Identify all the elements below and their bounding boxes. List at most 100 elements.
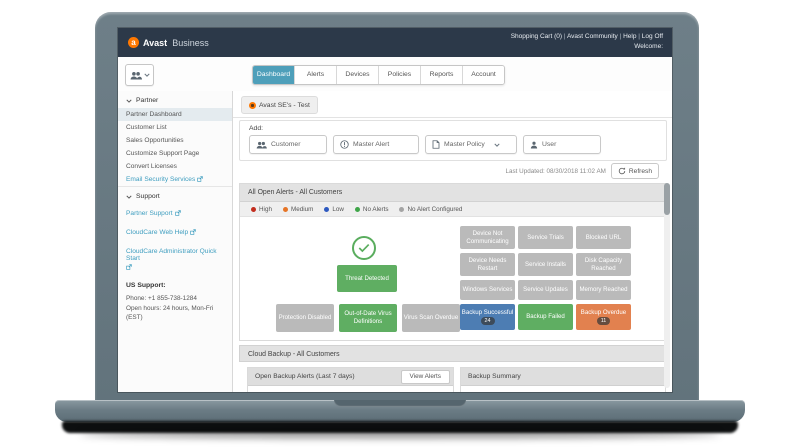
legend-no-alerts: No Alerts [355, 206, 389, 213]
button-label: Backup Successful [462, 309, 514, 317]
chevron-down-icon [494, 143, 500, 147]
sidebar-item-customize-support-page[interactable]: Customize Support Page [118, 147, 232, 160]
shopping-cart-link[interactable]: Shopping Cart (0) [511, 33, 562, 40]
link-label: CloudCare Administrator Quick Start [126, 248, 224, 262]
out-of-date-virus-definitions-button[interactable]: Out-of-Date Virus Definitions [339, 304, 397, 332]
backup-overdue-button[interactable]: Backup Overdue 11 [576, 304, 631, 330]
count-badge: 11 [597, 317, 611, 325]
scrollbar-thumb[interactable] [664, 183, 670, 215]
backup-successful-button[interactable]: Backup Successful 24 [460, 304, 515, 330]
logoff-link[interactable]: Log Off [636, 33, 663, 40]
button-label: Customer [271, 141, 300, 148]
policy-document-icon [432, 140, 440, 149]
add-user-button[interactable]: User [523, 135, 601, 154]
tab-alerts[interactable]: Alerts [295, 66, 337, 84]
avast-logo-icon: a [128, 37, 139, 48]
avast-mini-icon [249, 102, 256, 109]
sidebar-item-sales-opportunities[interactable]: Sales Opportunities [118, 134, 232, 147]
add-master-policy-button[interactable]: Master Policy [425, 135, 517, 154]
backup-failed-button[interactable]: Backup Failed [518, 304, 573, 330]
main-toolbar: Dashboard Alerts Devices Policies Report… [118, 57, 672, 92]
last-updated-text: Last Updated: 08/30/2018 11:02 AM [506, 168, 606, 175]
memory-reached-button[interactable]: Memory Reached [576, 280, 631, 300]
count-badge: 24 [481, 317, 495, 325]
sidebar-section-support[interactable]: Support [118, 186, 232, 204]
context-tab-row: Avast SE's - Test [233, 91, 672, 118]
caret-down-icon [126, 99, 132, 103]
sidebar-item-email-security-services[interactable]: Email Security Services [118, 173, 232, 186]
external-link-icon [197, 176, 203, 182]
tab-account[interactable]: Account [463, 66, 504, 84]
device-not-communicating-button[interactable]: Device Not Communicating [460, 226, 515, 249]
us-support-hours: Open hours: 24 hours, Mon-Fri (EST) [126, 304, 224, 323]
section-title: Partner [136, 97, 158, 104]
button-label: Refresh [629, 168, 652, 175]
add-master-alert-button[interactable]: Master Alert [333, 135, 419, 154]
cloud-backup-header: Cloud Backup - All Customers [239, 345, 665, 362]
button-label: Master Alert [353, 141, 389, 148]
sidebar-item-convert-licenses[interactable]: Convert Licenses [118, 160, 232, 173]
service-installs-button[interactable]: Service Installs [518, 253, 573, 276]
open-backup-alerts-header: Open Backup Alerts (Last 7 days) View Al… [248, 368, 453, 386]
device-needs-restart-button[interactable]: Device Needs Restart [460, 253, 515, 276]
view-alerts-button[interactable]: View Alerts [401, 370, 451, 384]
sidebar-item-partner-support[interactable]: Partner Support [118, 204, 232, 223]
customers-icon [130, 71, 142, 80]
org-selector-button[interactable] [125, 64, 154, 86]
sidebar-item-cloudcare-web-help[interactable]: CloudCare Web Help [118, 223, 232, 242]
backup-summary-panel: Backup Summary [460, 367, 666, 392]
virus-scan-overdue-button[interactable]: Virus Scan Overdue [402, 304, 460, 332]
tab-policies[interactable]: Policies [379, 66, 421, 84]
windows-services-button[interactable]: Windows Services [460, 280, 515, 300]
panel-title: Backup Summary [468, 373, 521, 380]
last-updated-label: Last Updated: [506, 168, 545, 175]
laptop-shadow-soft [80, 430, 720, 438]
sidebar-section-partner[interactable]: Partner [118, 91, 232, 108]
no-alerts-dot-icon [355, 207, 360, 212]
service-updates-button[interactable]: Service Updates [518, 280, 573, 300]
main-scrollbar[interactable] [664, 183, 670, 388]
add-button-row: Customer Master Alert Master Policy [240, 135, 666, 154]
last-updated-row: Last Updated: 08/30/2018 11:02 AM Refres… [506, 163, 659, 179]
sidebar-item-partner-dashboard[interactable]: Partner Dashboard [118, 108, 232, 121]
sidebar-item-customer-list[interactable]: Customer List [118, 121, 232, 134]
legend-no-alert-configured: No Alert Configured [399, 206, 462, 213]
backup-summary-header: Backup Summary [461, 368, 665, 386]
refresh-button[interactable]: Refresh [611, 163, 659, 179]
alerts-panel-header: All Open Alerts - All Customers [240, 184, 666, 202]
link-label: Partner Support [126, 210, 173, 217]
us-support-title: US Support: [126, 282, 224, 289]
welcome-text: Welcome: [511, 43, 663, 50]
sidebar-item-cloudcare-admin-quick-start[interactable]: CloudCare Administrator Quick Start [118, 242, 232, 276]
help-link[interactable]: Help [618, 33, 637, 40]
us-support-phone: Phone: +1 855-738-1284 [126, 294, 224, 304]
disk-capacity-reached-button[interactable]: Disk Capacity Reached [576, 253, 631, 276]
legend-low: Low [324, 206, 344, 213]
alert-circle-icon [340, 140, 349, 149]
blocked-url-button[interactable]: Blocked URL [576, 226, 631, 249]
no-alert-configured-dot-icon [399, 207, 404, 212]
alerts-legend: High Medium Low No Alerts No Alert Confi… [240, 202, 666, 217]
threat-detected-button[interactable]: Threat Detected [337, 265, 397, 292]
us-support-block: US Support: Phone: +1 855-738-1284 Open … [118, 276, 232, 323]
protection-disabled-button[interactable]: Protection Disabled [276, 304, 334, 332]
button-label: User [542, 141, 556, 148]
tab-reports[interactable]: Reports [421, 66, 463, 84]
user-icon [530, 141, 538, 149]
tab-devices[interactable]: Devices [337, 66, 379, 84]
add-customer-button[interactable]: Customer [249, 135, 327, 154]
context-tab[interactable]: Avast SE's - Test [241, 96, 318, 114]
chevron-down-icon [144, 73, 150, 77]
service-trials-button[interactable]: Service Trials [518, 226, 573, 249]
medium-dot-icon [283, 207, 288, 212]
laptop-base [55, 400, 745, 422]
link-label: Email Security Services [126, 176, 195, 183]
tab-dashboard[interactable]: Dashboard [253, 66, 295, 84]
sidebar: Partner Partner Dashboard Customer List … [118, 91, 233, 392]
caret-down-icon [126, 195, 132, 199]
laptop-screen: a Avast Business Shopping Cart (0)Avast … [118, 28, 672, 392]
panel-title: Open Backup Alerts (Last 7 days) [255, 373, 355, 380]
button-label: Backup Overdue [581, 309, 626, 317]
external-link-icon [126, 264, 132, 270]
community-link[interactable]: Avast Community [562, 33, 618, 40]
